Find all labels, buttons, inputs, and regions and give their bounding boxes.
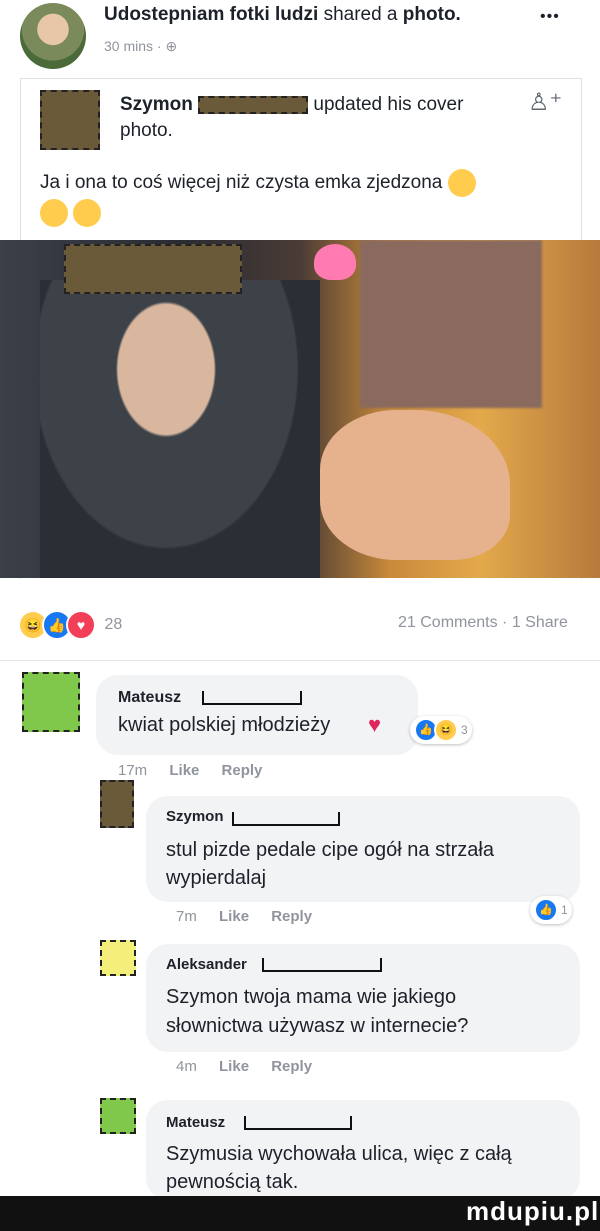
- post-header: Udostepniam fotki ludzi shared a photo.: [104, 4, 461, 26]
- blurred-face: [360, 240, 542, 408]
- shared-action-2: photo.: [120, 120, 173, 141]
- reply-avatar[interactable]: [100, 780, 134, 828]
- haha-reaction-icon: 😆: [434, 718, 458, 742]
- comment-actions: 17m Like Reply: [118, 762, 262, 779]
- shared-action: updated his cover: [313, 94, 464, 115]
- censored-name: [198, 95, 309, 114]
- reply-actions: 7m Like Reply: [176, 908, 312, 925]
- reply-link[interactable]: Reply: [271, 908, 312, 925]
- censored-name: [232, 812, 340, 826]
- comments-count[interactable]: 21 Comments: [398, 614, 498, 631]
- reply-author[interactable]: Szymon: [166, 808, 224, 825]
- reply-text: Szymon twoja mama wie jakiego słownictwa…: [166, 986, 469, 1037]
- shared-header: Szymon updated his cover photo.: [120, 92, 500, 144]
- reaction-summary[interactable]: 😆 👍 ♥ 28: [18, 610, 122, 640]
- heart-sticker: [314, 244, 356, 280]
- shared-text: shared a: [323, 4, 398, 25]
- reply-actions: 4m Like Reply: [176, 1058, 312, 1075]
- comment-text: kwiat polskiej młodzieży: [118, 714, 331, 736]
- censored-name: [244, 1116, 352, 1130]
- reaction-count: 3: [461, 723, 468, 737]
- more-options-icon[interactable]: •••: [540, 8, 560, 26]
- post-time: 30 mins · ⊕: [104, 38, 177, 55]
- reaction-count: 28: [104, 616, 123, 634]
- reply-text: stul pizde pedale cipe ogół na strzała w…: [166, 839, 494, 889]
- reply-avatar[interactable]: [100, 1098, 136, 1134]
- comment-author[interactable]: Mateusz: [118, 689, 181, 707]
- reply-author[interactable]: Mateusz: [166, 1114, 225, 1131]
- like-reaction-icon: 👍: [534, 898, 558, 922]
- comment-avatar[interactable]: [22, 672, 80, 732]
- post-stats[interactable]: 21 Comments · 1 Share: [398, 614, 568, 632]
- reply-reactions[interactable]: 👍 1: [530, 896, 572, 924]
- page-name[interactable]: Udostepniam fotki ludzi: [104, 4, 318, 25]
- censored-avatar: [40, 90, 100, 150]
- like-link[interactable]: Like: [219, 1058, 249, 1075]
- add-friend-icon[interactable]: ♙⁺: [528, 88, 562, 117]
- reply-time: 4m: [176, 1058, 197, 1075]
- comment-time: 17m: [118, 762, 148, 779]
- censored-name: [262, 958, 382, 972]
- shared-caption: Ja i ona to coś więcej niż czysta emka z…: [40, 168, 560, 228]
- photo-link[interactable]: photo.: [403, 4, 461, 25]
- caption-text: Ja i ona to coś więcej niż czysta emka z…: [40, 172, 443, 193]
- heart-eyes-emoji: [40, 198, 68, 227]
- reaction-count: 1: [561, 903, 568, 917]
- reply-avatar[interactable]: [100, 940, 136, 976]
- hand: [320, 410, 510, 560]
- censored-photo-face: [64, 244, 242, 294]
- reply-link[interactable]: Reply: [222, 762, 263, 779]
- comment-reactions[interactable]: 👍 😆 3: [410, 716, 472, 744]
- reply-author[interactable]: Aleksander: [166, 956, 247, 973]
- like-link[interactable]: Like: [219, 908, 249, 925]
- divider: [0, 660, 600, 661]
- shares-count[interactable]: 1 Share: [512, 614, 568, 631]
- heart-emoji: ♥: [368, 712, 382, 737]
- like-link[interactable]: Like: [169, 762, 199, 779]
- globe-icon: · ⊕: [156, 38, 178, 54]
- post-time-label: 30 mins: [104, 38, 154, 54]
- love-reaction-icon: ♥: [66, 610, 96, 640]
- person-left: [40, 280, 320, 578]
- reply-time: 7m: [176, 908, 197, 925]
- censored-name: [202, 691, 302, 705]
- love-kiss-emoji: [73, 198, 102, 227]
- love-kiss-emoji: [447, 168, 476, 197]
- watermark-text: mdupiu.pl: [466, 1196, 600, 1226]
- shared-author[interactable]: Szymon: [120, 94, 193, 115]
- reply-link[interactable]: Reply: [271, 1058, 312, 1075]
- reply-text: Szymusia wychowała ulica, więc z całą pe…: [166, 1143, 512, 1193]
- page-avatar[interactable]: [20, 3, 86, 69]
